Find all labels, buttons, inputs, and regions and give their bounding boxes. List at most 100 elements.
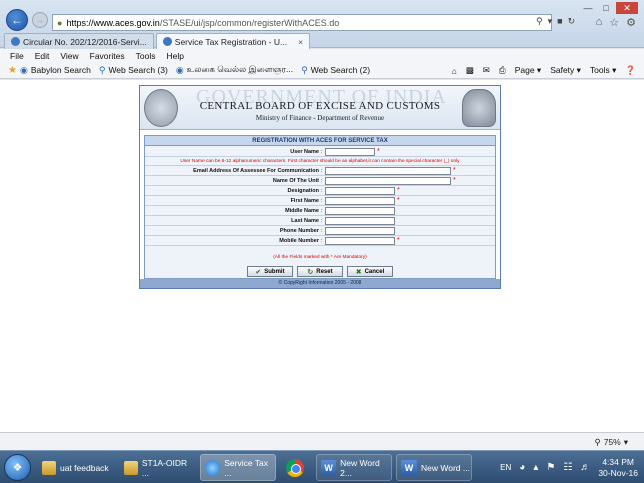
menu-view[interactable]: View (60, 51, 78, 61)
row-phone-number: Phone Number: (145, 226, 495, 236)
close-window-icon[interactable]: ✕ (616, 2, 638, 14)
header-banner: GOVERNMENT OF INDIA CENTRAL BOARD OF EXC… (140, 86, 500, 130)
phone-number-input[interactable] (325, 226, 395, 235)
forward-arrow-icon: → (35, 15, 45, 25)
org-name: CENTRAL BOARD OF EXCISE AND CUSTOMS (199, 100, 441, 112)
menu-page[interactable]: Page ▾ (515, 65, 541, 76)
email-input[interactable] (325, 166, 451, 175)
mobile-number-input[interactable] (325, 236, 395, 245)
taskbar-clock[interactable]: 4:34 PM 30-Nov-16 (598, 457, 638, 479)
fav-label: உலகை வெல்ல இளைஞர... (186, 64, 294, 74)
language-indicator[interactable]: EN (500, 463, 511, 472)
forward-button[interactable]: → (32, 12, 48, 28)
menu-favorites[interactable]: Favorites (90, 51, 125, 61)
field-label: Name Of The Unit (272, 177, 319, 184)
first-name-input[interactable] (325, 196, 395, 205)
windows-taskbar: ❖ uat feedback ST1A-OIDR ... Service Tax… (0, 450, 644, 483)
tab-circular[interactable]: Circular No. 202/12/2016-Servi... (4, 33, 154, 49)
word-doc-icon: W (401, 459, 417, 476)
address-bar[interactable]: ● https://www.aces.gov.in /STASE/ui/jsp/… (52, 14, 552, 31)
browser-icons: ⌂ ☆ ⚙ (596, 16, 636, 29)
dropdown-icon[interactable]: ▾ (548, 16, 553, 27)
chevron-down-icon: ▾ (623, 437, 628, 447)
tab-service-tax-registration[interactable]: Service Tax Registration - U... × (155, 33, 311, 49)
show-hidden-icons-icon[interactable]: ▴ (533, 462, 538, 473)
last-name-input[interactable] (325, 216, 395, 225)
menu-safety[interactable]: Safety ▾ (550, 65, 581, 76)
volume-icon[interactable]: ♬ (580, 462, 590, 473)
taskbar-chrome[interactable] (282, 454, 310, 481)
ministry-name: Ministry of Finance - Department of Reve… (255, 114, 385, 122)
field-label: Phone Number (279, 227, 319, 234)
menu-tools-cmd[interactable]: Tools ▾ (590, 65, 616, 76)
fav-tamil-link[interactable]: ◉ உலகை வெல்ல இளைஞர... (176, 64, 293, 76)
menu-file[interactable]: File (10, 51, 24, 61)
lock-status-icon[interactable]: ■ (557, 16, 562, 27)
system-tray: EN ◕ ▴ ⚑ ☷ ♬ 4:34 PM 30-Nov-16 (500, 454, 638, 481)
row-email: Email Address Of Assessee For Communicat… (145, 166, 495, 176)
row-designation: Designation: * (145, 186, 495, 196)
maximize-icon[interactable]: □ (598, 2, 614, 14)
print-icon[interactable]: ⎙ (499, 65, 506, 76)
taskbar-st1a-oidr[interactable]: ST1A-OIDR ... (120, 454, 196, 481)
url-path: /STASE/ui/jsp/common/registerWithACES.do (159, 17, 340, 28)
task-label: New Word ... (421, 462, 470, 473)
taskbar-uat-feedback[interactable]: uat feedback (38, 454, 116, 481)
back-button[interactable]: ← (6, 9, 28, 31)
middle-name-input[interactable] (325, 206, 395, 215)
tab-strip: Circular No. 202/12/2016-Servi... Servic… (0, 33, 311, 49)
user-name-input[interactable] (325, 147, 375, 156)
mail-icon[interactable]: ✉ (483, 65, 490, 76)
task-label: New Word 2... (340, 457, 380, 478)
reset-label: Reset (316, 268, 333, 275)
home-icon[interactable]: ⌂ (596, 16, 603, 29)
menu-tools[interactable]: Tools (136, 51, 156, 61)
home-icon[interactable]: ⌂ (452, 66, 457, 76)
task-label: Service Tax ... (224, 457, 269, 478)
search-icon[interactable]: ⚲ (536, 16, 543, 27)
fav-web-search-2[interactable]: ⚲ Web Search (2) (301, 65, 370, 76)
required-asterisk: * (377, 147, 380, 155)
folder-icon (124, 460, 138, 475)
minimize-icon[interactable]: — (580, 2, 596, 14)
menu-edit[interactable]: Edit (35, 51, 50, 61)
task-label: ST1A-OIDR ... (141, 457, 188, 478)
status-bar: ⚲ 75% ▾ (0, 432, 644, 450)
registration-page: GOVERNMENT OF INDIA CENTRAL BOARD OF EXC… (139, 85, 501, 289)
babylon-icon: ◉ (19, 64, 28, 75)
start-button[interactable]: ❖ (4, 454, 31, 481)
feeds-icon[interactable]: ▩ (466, 65, 474, 76)
submit-icon: ✔ (255, 268, 262, 276)
taskbar-new-word-2[interactable]: W New Word 2... (316, 454, 392, 481)
tab-label: Service Tax Registration - U... (174, 36, 288, 47)
required-asterisk: * (397, 196, 400, 204)
cancel-button[interactable]: ✖ Cancel (347, 266, 393, 277)
refresh-icon[interactable]: ↻ (568, 16, 576, 27)
zoom-control[interactable]: ⚲ 75% ▾ (594, 437, 628, 448)
unit-name-input[interactable] (325, 176, 451, 185)
fav-label: Babylon Search (30, 65, 91, 75)
designation-input[interactable] (325, 186, 395, 195)
required-asterisk: * (453, 166, 456, 174)
help-icon[interactable]: ❓ (625, 65, 636, 76)
network-icon[interactable]: ◕ (519, 462, 525, 473)
tab-label: Circular No. 202/12/2016-Servi... (23, 36, 147, 47)
gear-icon[interactable]: ⚙ (626, 16, 636, 29)
taskbar-service-tax[interactable]: Service Tax ... (200, 454, 276, 481)
cancel-icon: ✖ (355, 268, 362, 276)
reset-button[interactable]: ↻ Reset (297, 266, 343, 277)
wifi-icon[interactable]: ☷ (563, 462, 572, 473)
command-bar: ⌂ ▩ ✉ ⎙ Page ▾ Safety ▾ Tools ▾ ❓ (452, 62, 636, 79)
menu-help[interactable]: Help (166, 51, 183, 61)
submit-button[interactable]: ✔ Submit (247, 266, 293, 277)
taskbar-new-word[interactable]: W New Word ... (396, 454, 472, 481)
flag-icon[interactable]: ⚑ (546, 462, 555, 473)
internet-explorer-icon (205, 459, 221, 476)
back-arrow-icon: ← (11, 13, 23, 27)
favorites-bar: ★ ◉ Babylon Search ⚲ Web Search (3) ◉ உல… (0, 62, 644, 79)
browser-titlebar: ← → ● https://www.aces.gov.in /STASE/ui/… (0, 0, 644, 49)
close-tab-icon[interactable]: × (298, 37, 303, 47)
favorites-star-icon[interactable]: ☆ (609, 16, 619, 29)
fav-web-search-3[interactable]: ⚲ Web Search (3) (99, 65, 168, 76)
fav-babylon-search[interactable]: ★ ◉ Babylon Search (8, 65, 91, 76)
